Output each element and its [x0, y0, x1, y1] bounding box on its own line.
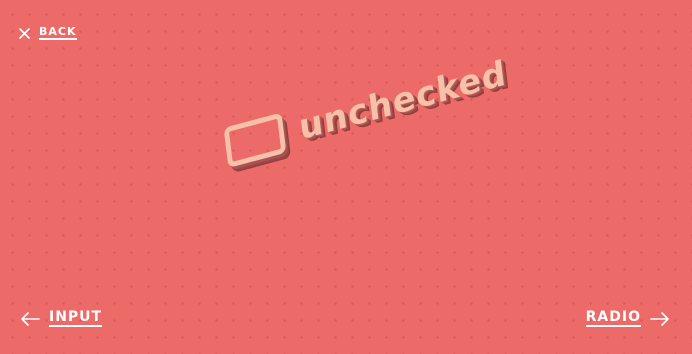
- unchecked-checkbox[interactable]: [223, 112, 287, 169]
- arrow-right-icon: [650, 311, 670, 326]
- checkbox-state-label: unchecked: [296, 52, 509, 149]
- back-link[interactable]: BACK: [19, 26, 77, 40]
- prev-label: INPUT: [49, 309, 103, 327]
- next-link-radio[interactable]: RADIO: [585, 309, 670, 327]
- close-icon: [19, 27, 30, 39]
- next-label: RADIO: [585, 309, 641, 327]
- prev-link-input[interactable]: INPUT: [20, 309, 103, 327]
- arrow-left-icon: [20, 311, 40, 326]
- checkbox-demo-group[interactable]: unchecked: [223, 52, 509, 169]
- back-label: BACK: [39, 25, 77, 40]
